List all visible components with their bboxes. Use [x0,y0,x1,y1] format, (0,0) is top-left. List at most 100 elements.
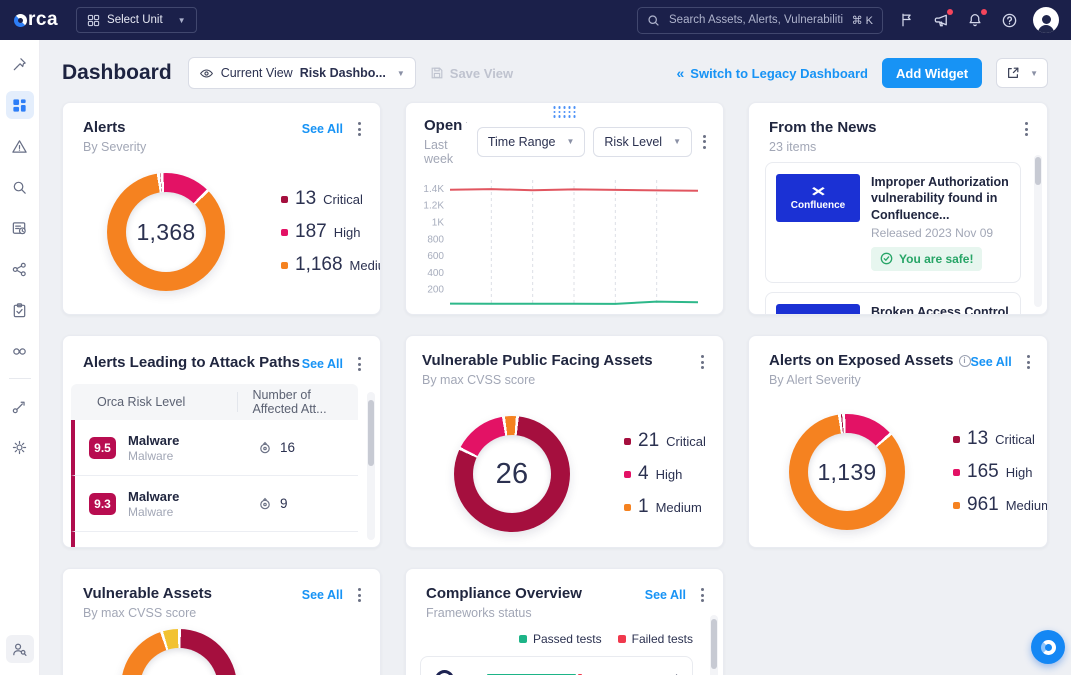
risk-level-filter[interactable]: Risk Level ▼ [593,127,692,157]
kebab-menu-icon[interactable] [1022,119,1031,139]
passed-percent-label: 91% passed [606,672,678,675]
save-view-button[interactable]: Save View [430,66,513,81]
legend-item[interactable]: 961Medium [953,494,1048,516]
chevron-down-icon: ▼ [178,16,186,25]
news-released: Released 2023 Nov 09 [871,226,1010,240]
exposed-assets-legend: 13Critical 165High 961Medium [953,428,1048,516]
legend-item[interactable]: 165High [953,461,1048,483]
kebab-menu-icon[interactable] [698,585,707,605]
scrollbar-thumb[interactable] [1035,157,1041,185]
orca-logo[interactable]: rca [14,9,58,31]
announcements-icon[interactable] [931,10,951,30]
sidebar-divider [9,378,31,379]
legend-value: 21 [638,430,659,452]
sidebar-item-alerts[interactable] [6,132,34,160]
kebab-menu-icon[interactable] [700,132,709,152]
legend-item[interactable]: 13Critical [953,428,1048,450]
column-header-risk[interactable]: Orca Risk Level [71,395,237,409]
kebab-menu-icon[interactable] [355,354,364,374]
sidebar-item-search[interactable] [6,173,34,201]
sidebar-item-identity-access[interactable] [6,635,34,663]
orca-logo-o-icon [14,14,27,27]
kebab-menu-icon[interactable] [1024,352,1033,372]
critical-marker [953,436,960,443]
compliance-row[interactable]: Orca Cost Opti... 91% passed [420,656,693,675]
search-input[interactable] [667,13,845,27]
svg-text:Nov 27: Nov 27 [516,313,549,315]
notification-dot [947,9,953,15]
legend-item[interactable]: 1,168Medium [281,254,381,276]
legend-value: 961 [967,494,999,516]
assistant-button[interactable] [1031,630,1065,664]
table-row[interactable]: 9.5 MalwareMalware 16 [71,420,358,476]
widget-subtitle: By Alert Severity [769,373,971,387]
sidebar-item-attack-path[interactable] [6,392,34,420]
see-all-link[interactable]: See All [645,588,686,602]
alerts-donut-chart[interactable]: 1,368 [107,173,225,291]
chevron-down-icon: ▼ [566,137,574,146]
public-assets-donut-chart[interactable]: 26 [454,416,570,532]
legend-item[interactable]: 21Critical [624,430,706,452]
news-item[interactable]: ✕ Confluence Broken Access Control vulne… [765,292,1021,315]
scrollbar-track[interactable] [1034,155,1042,307]
column-header-affected[interactable]: Number of Affected Att... [237,392,358,412]
legend-value: 13 [967,428,988,450]
legend-item[interactable]: 1Medium [624,496,706,518]
time-range-filter[interactable]: Time Range ▼ [477,127,586,157]
export-button[interactable]: ▼ [996,58,1048,88]
drag-handle[interactable] [553,106,576,118]
help-icon[interactable] [999,10,1019,30]
sidebar-item-shift-left[interactable] [6,337,34,365]
exposed-assets-donut-chart[interactable]: 1,139 [789,414,905,530]
select-unit-dropdown[interactable]: Select Unit ▼ [76,7,197,33]
kebab-menu-icon[interactable] [698,352,707,372]
see-all-link[interactable]: See All [302,122,343,136]
info-icon[interactable]: i [959,355,971,367]
scrollbar-thumb[interactable] [368,400,374,466]
legend-label: High [334,225,361,240]
confluence-logo: ✕ Confluence [776,174,860,222]
legend-item[interactable]: 4High [624,463,706,485]
critical-marker [281,196,288,203]
switch-legacy-link[interactable]: « Switch to Legacy Dashboard [676,65,868,81]
sidebar-item-inventory[interactable] [6,214,34,242]
kebab-menu-icon[interactable] [355,585,364,605]
check-circle-icon [880,252,893,265]
alert-name: Apache Log4j ... [128,545,232,549]
add-widget-button[interactable]: Add Widget [882,58,982,88]
news-source: Confluence [791,200,845,211]
scrollbar-thumb[interactable] [711,619,717,669]
see-all-link[interactable]: See All [302,588,343,602]
current-view-dropdown[interactable]: Current View Risk Dashbo... ▼ [188,57,416,89]
sidebar-item-settings[interactable] [6,433,34,461]
bell-icon[interactable] [965,10,985,30]
legend-item[interactable]: 187High [281,221,381,243]
table-row[interactable]: 9.3 MalwareMalware 9 [71,476,358,532]
user-avatar[interactable] [1033,7,1059,33]
global-search[interactable]: ⌘ K [637,7,883,34]
orca-dashboard-app: rca Select Unit ▼ ⌘ K [0,0,1071,675]
sidebar-pin-icon[interactable] [6,50,34,78]
vulnerable-assets-donut-chart[interactable] [121,629,237,675]
sidebar-item-connections[interactable] [6,255,34,283]
flag-icon[interactable] [897,10,917,30]
exposed-assets-total: 1,139 [817,459,876,486]
scrollbar-track[interactable] [710,615,718,675]
sidebar-item-dashboard[interactable] [6,91,34,119]
see-all-link[interactable]: See All [302,357,343,371]
open-resolved-line-chart[interactable]: 2004006008001K1.2K1.4KNov 25Nov 26Nov 27… [416,172,717,315]
legend-item[interactable]: 13Critical [281,188,381,210]
kebab-menu-icon[interactable] [355,119,364,139]
sidebar-item-compliance[interactable] [6,296,34,324]
scrollbar-track[interactable] [367,392,375,540]
legend-label: Medium [656,500,702,515]
time-range-label: Time Range [488,135,556,149]
alerts-total: 1,368 [136,219,195,246]
news-item[interactable]: ✕ Confluence Improper Authorization vuln… [765,162,1021,283]
left-sidebar [0,40,40,675]
see-all-link[interactable]: See All [971,355,1012,369]
table-row[interactable]: 9.3 Apache Log4j ...Vulnerabilities 9 [71,532,358,548]
affected-count: 16 [280,440,295,455]
alerts-legend: 13Critical 187High 1,168Medium [281,188,381,276]
export-icon [1006,66,1020,80]
